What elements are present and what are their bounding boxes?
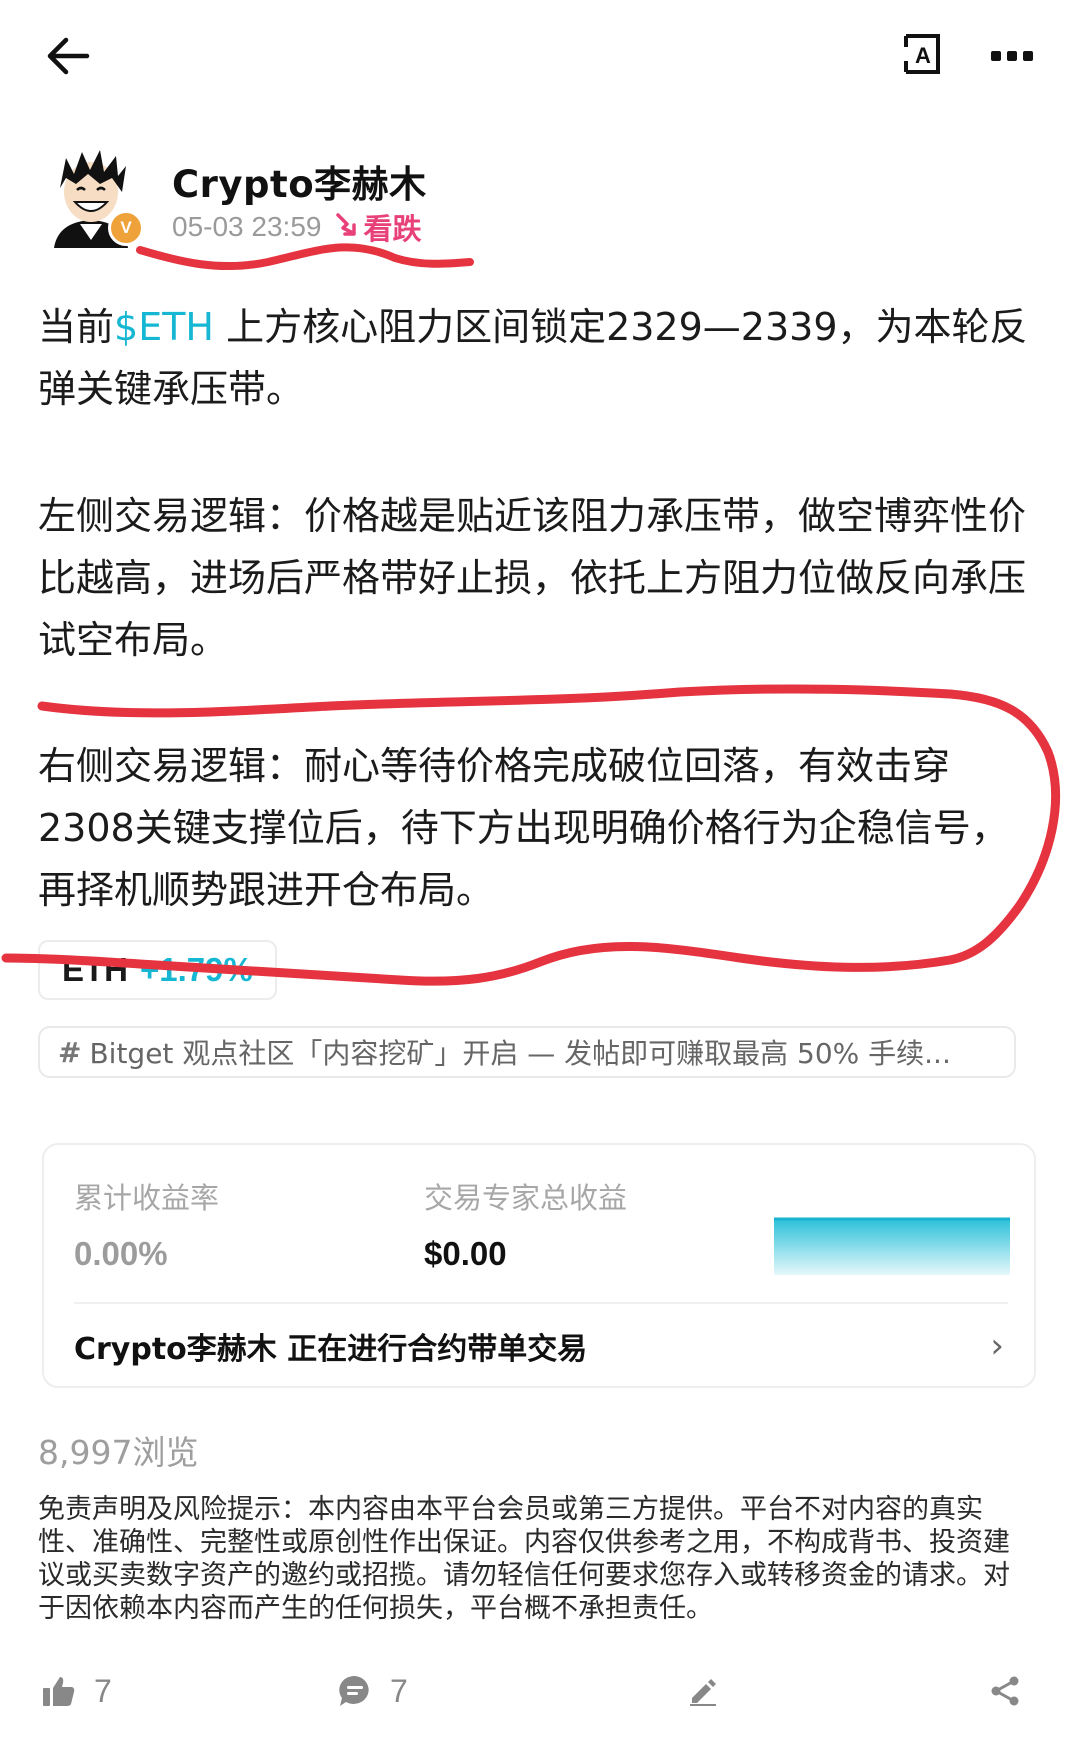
post-timestamp: 05-03 23:59 xyxy=(172,211,322,242)
cashtag-link[interactable]: $ETH xyxy=(114,305,214,349)
bottom-action-bar: 7 7 xyxy=(0,1650,1079,1734)
avatar[interactable]: V xyxy=(44,144,144,248)
more-button[interactable] xyxy=(982,30,1042,82)
total-profit-value: $0.00 xyxy=(424,1235,507,1272)
profit-sparkline xyxy=(774,1217,1010,1275)
thumbs-up-icon xyxy=(43,1677,75,1706)
comment-icon xyxy=(339,1675,369,1706)
total-profit-label: 交易专家总收益 xyxy=(424,1181,628,1215)
verified-badge: V xyxy=(108,210,144,246)
sentiment-label: 看跌 xyxy=(363,212,422,246)
view-count: 8,997浏览 xyxy=(38,1433,199,1472)
more-horizontal-icon xyxy=(991,51,1033,61)
copy-trading-text: Crypto李赫木 正在进行合约带单交易 xyxy=(74,1332,588,1367)
roi-label: 累计收益率 xyxy=(74,1181,220,1215)
post-p1-prefix: 当前 xyxy=(38,305,115,349)
svg-text:A: A xyxy=(915,43,931,68)
topic-text: Bitget 观点社区「内容挖矿」开启 — 发帖即可赚取最高 50% 手续... xyxy=(89,1037,951,1070)
card-divider xyxy=(74,1302,1008,1304)
trader-card[interactable]: 累计收益率 0.00% 交易专家总收益 $0.00 Crypto李赫木 正在进行… xyxy=(42,1143,1036,1388)
translate-button[interactable]: A xyxy=(898,28,946,80)
comment-count: 7 xyxy=(390,1672,408,1709)
coin-symbol: ETH xyxy=(62,951,128,988)
post-paragraph-2: 左侧交易逻辑：价格越是贴近该阻力承压带，做空博弈性价比越高，进场后严格带好止损，… xyxy=(38,494,1027,662)
like-count: 7 xyxy=(94,1672,112,1709)
coin-tag-chip[interactable]: ETH +1.79% xyxy=(38,940,277,1000)
author-name[interactable]: Crypto李赫木 xyxy=(172,154,427,208)
topic-hashtag-bar[interactable]: # Bitget 观点社区「内容挖矿」开启 — 发帖即可赚取最高 50% 手续.… xyxy=(38,1026,1016,1078)
disclaimer-text: 免责声明及风险提示：本内容由本平台会员或第三方提供。平台不对内容的真实性、准确性… xyxy=(38,1494,1010,1624)
coin-change: +1.79% xyxy=(140,951,253,988)
comment-button[interactable]: 7 xyxy=(338,1664,408,1718)
arrow-left-icon xyxy=(47,37,90,75)
post-paragraph-3: 右侧交易逻辑：耐心等待价格完成破位回落，有效击穿2308关键支撑位后，待下方出现… xyxy=(38,744,1009,912)
post-paragraph-1: 当前$ETH 上方核心阻力区间锁定2329—2339，为本轮反弹关键承压带。 xyxy=(38,296,1043,420)
pencil-icon xyxy=(690,1679,716,1706)
share-button[interactable] xyxy=(990,1664,1020,1718)
roi-value: 0.00% xyxy=(74,1235,168,1272)
trend-down-icon xyxy=(335,211,357,243)
post-meta: 05-03 23:59 看跌 xyxy=(172,206,421,248)
hashtag-icon: # xyxy=(58,1035,82,1069)
chevron-right-icon: › xyxy=(990,1326,1004,1366)
top-bar: A xyxy=(0,0,1079,110)
translate-icon: A xyxy=(904,34,940,74)
quote-edit-button[interactable] xyxy=(688,1664,718,1718)
copy-trading-row[interactable]: Crypto李赫木 正在进行合约带单交易 › xyxy=(74,1315,1008,1377)
like-button[interactable]: 7 xyxy=(42,1664,112,1718)
back-button[interactable] xyxy=(38,28,98,84)
share-icon xyxy=(991,1676,1019,1706)
